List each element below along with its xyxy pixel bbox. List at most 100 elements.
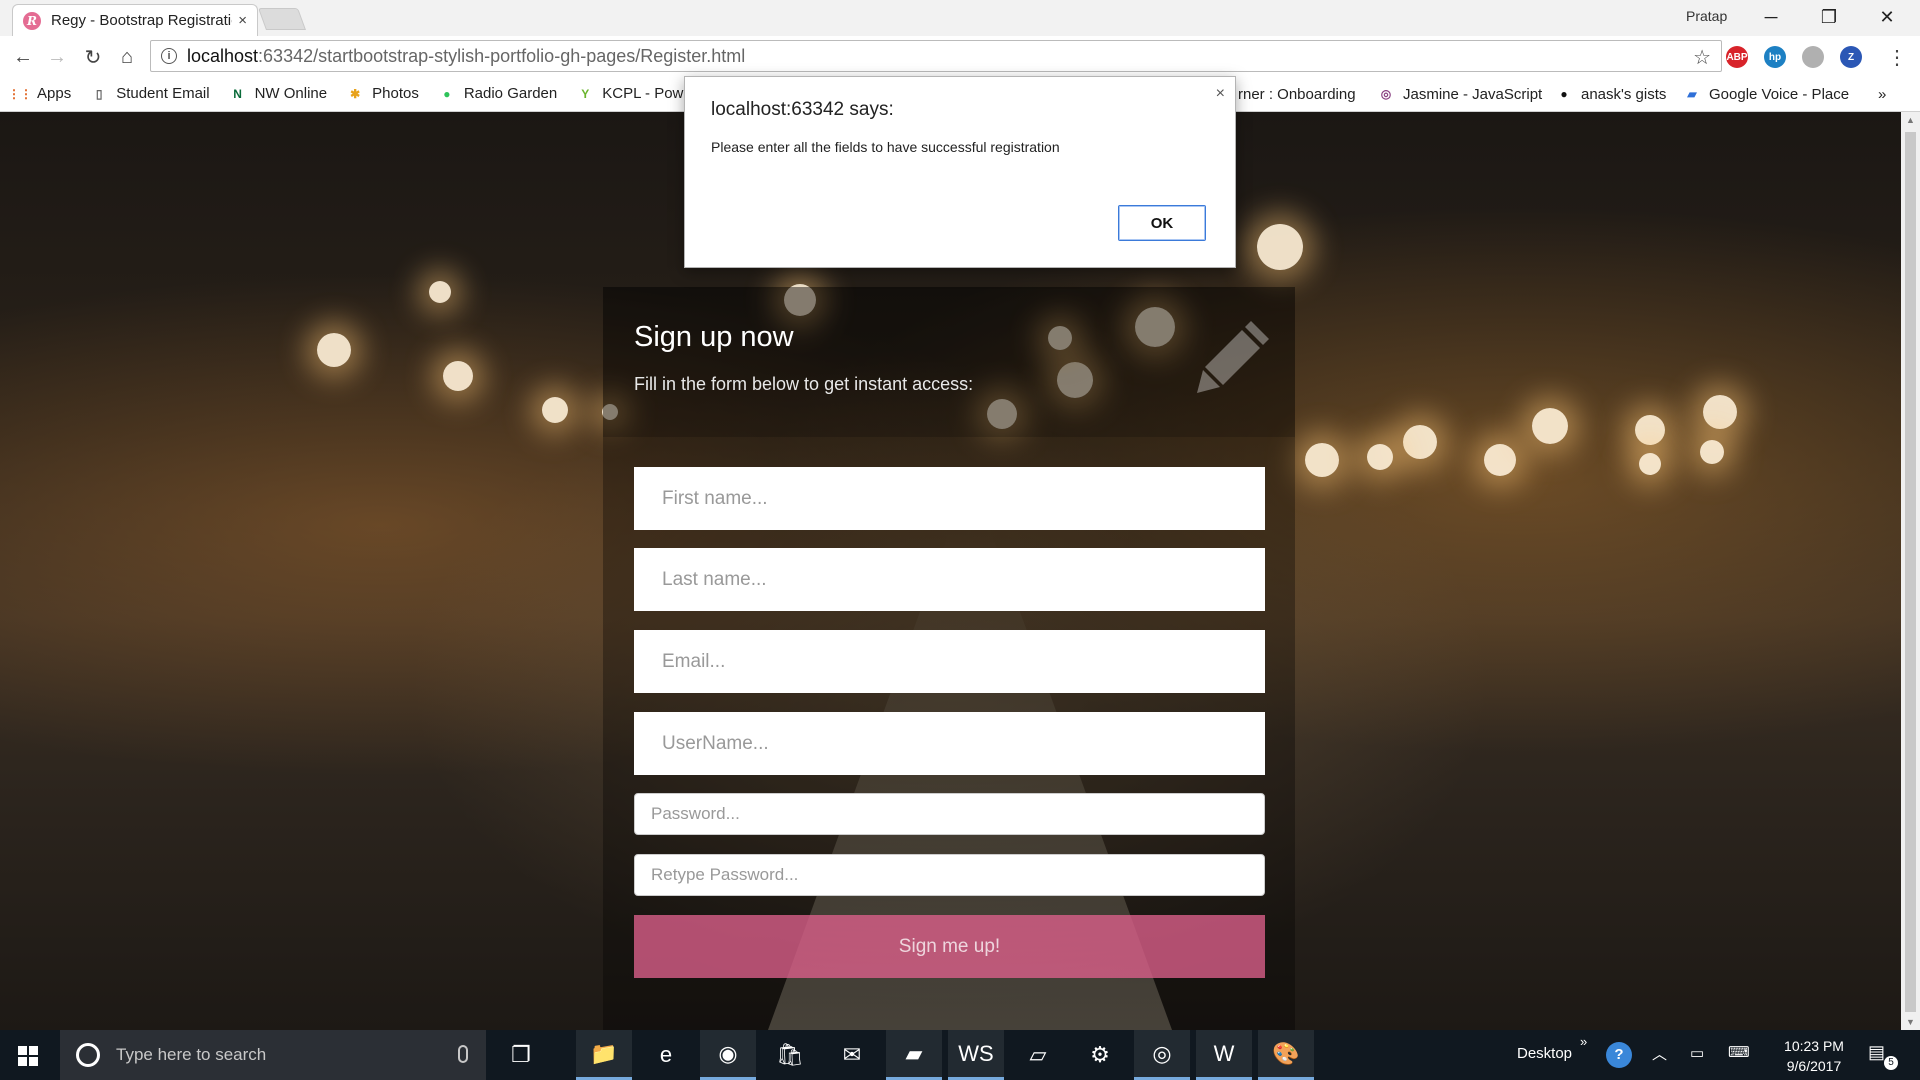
windows-taskbar: Type here to search ❐ 📁 e ◉ 🛍 ✉ ▰ WS ▱ ⚙ ◎ W 🎨 Deskt… [0, 1030, 1920, 1080]
browser-toolbar: ← → ↻ ⌂ i localhost :63342/startbootstra… [0, 36, 1920, 76]
zotero-icon[interactable]: Z [1840, 46, 1862, 68]
address-bar[interactable]: i localhost :63342/startbootstrap-stylis… [150, 40, 1722, 72]
scroll-thumb[interactable] [1905, 132, 1916, 1012]
email-input[interactable]: Email... [634, 630, 1265, 693]
close-window-icon[interactable]: ✕ [1858, 0, 1916, 34]
site-info-icon[interactable]: i [161, 48, 177, 64]
bokeh-light [1367, 444, 1393, 470]
bookmark-nw-online[interactable]: N NW Online [230, 85, 328, 102]
bookmark-star-icon[interactable]: ☆ [1693, 45, 1711, 70]
bokeh-light [1635, 415, 1665, 445]
paint-icon[interactable]: 🎨 [1258, 1030, 1314, 1080]
notepad-icon[interactable]: ▱ [1010, 1030, 1066, 1080]
webstorm-icon[interactable]: WS [948, 1030, 1004, 1080]
bokeh-light [1484, 444, 1516, 476]
bookmark-student-email[interactable]: ▯ Student Email [91, 85, 210, 102]
forward-icon[interactable]: → [44, 44, 70, 70]
bookmark-label: Google Voice - Place [1709, 85, 1850, 103]
dialog-title: localhost:63342 says: [711, 99, 894, 120]
url-path: :63342/startbootstrap-stylish-portfolio-… [258, 45, 746, 66]
bookmark-gists-icon: ● [1560, 87, 1568, 101]
bookmark-google-voice[interactable]: ▰ Google Voice - Place [1684, 76, 1849, 112]
password-input[interactable]: Password... [634, 793, 1265, 835]
bokeh-light [317, 333, 351, 367]
browser-tab[interactable]: R Regy - Bootstrap Registration × [12, 4, 258, 36]
signup-button[interactable]: Sign me up! [634, 915, 1265, 978]
notification-count: 5 [1884, 1056, 1898, 1070]
username-input[interactable]: UserName... [634, 712, 1265, 775]
bokeh-light [1403, 425, 1437, 459]
bookmark-apps[interactable]: ⋮⋮ Apps [8, 85, 72, 102]
bookmark-kcpl-icon: Y [581, 86, 590, 101]
home-icon[interactable]: ⌂ [114, 44, 140, 70]
retype-password-input[interactable]: Retype Password... [634, 854, 1265, 896]
task-view-icon[interactable]: ❐ [493, 1030, 549, 1080]
profile-name[interactable]: Pratap [1686, 8, 1727, 24]
bookmark-label: Apps [37, 85, 72, 102]
new-tab-button[interactable] [257, 8, 307, 30]
scroll-down-icon[interactable]: ▼ [1901, 1014, 1920, 1030]
bookmark-kcpl[interactable]: Y KCPL - Powe [577, 85, 692, 102]
microphone-icon[interactable] [458, 1045, 468, 1063]
hp-icon[interactable]: hp [1764, 46, 1786, 68]
action-center-icon[interactable]: ▤ [1868, 1042, 1885, 1063]
signup-subtitle: Fill in the form below to get instant ac… [634, 374, 974, 394]
tray-chevron-icon[interactable]: » [1580, 1034, 1587, 1049]
last-name-input[interactable]: Last name... [634, 548, 1265, 611]
keyboard-icon[interactable]: ⌨ [1728, 1043, 1750, 1061]
tab-close-icon[interactable]: × [238, 12, 247, 29]
dialog-close-icon[interactable]: × [1216, 85, 1225, 103]
battery-icon[interactable]: ▭ [1690, 1044, 1704, 1062]
bookmark-label: anask's gists [1581, 85, 1667, 103]
signup-card-header: Sign up now Fill in the form below to ge… [603, 287, 1295, 437]
bookmark-nw-online-icon: N [233, 86, 242, 101]
bokeh-light [1257, 224, 1303, 270]
reload-icon[interactable]: ↻ [80, 44, 106, 70]
windows-start-icon[interactable] [18, 1046, 38, 1066]
back-icon[interactable]: ← [10, 44, 36, 70]
extension-icon[interactable] [1802, 46, 1824, 68]
bookmark-photos[interactable]: ✱ Photos [347, 85, 419, 102]
signup-title: Sign up now [634, 321, 794, 353]
menu-icon[interactable]: ⋮ [1884, 44, 1910, 70]
bookmark-gists[interactable]: ● anask's gists [1556, 76, 1666, 112]
scroll-up-icon[interactable]: ▲ [1901, 112, 1920, 128]
regy-favicon-icon: R [23, 11, 41, 30]
bookmark-google-voice-icon: ▰ [1687, 87, 1697, 101]
restore-icon[interactable]: ❐ [1800, 0, 1858, 34]
dialog-ok-button[interactable]: OK [1118, 205, 1206, 241]
word-icon[interactable]: W [1196, 1030, 1252, 1080]
signup-card: Sign up now Fill in the form below to ge… [603, 287, 1295, 1030]
minimize-icon[interactable]: ─ [1742, 0, 1800, 34]
page-scrollbar[interactable]: ▲ ▼ [1901, 112, 1920, 1030]
bookmarks-more-icon[interactable]: » [1878, 76, 1886, 112]
taskbar-clock[interactable]: 10:23 PM 9/6/2017 [1774, 1036, 1854, 1076]
cortana-icon[interactable] [76, 1043, 100, 1067]
clock-time: 10:23 PM [1784, 1038, 1844, 1054]
store-icon[interactable]: 🛍 [762, 1030, 818, 1080]
taskbar-search-placeholder: Type here to search [116, 1045, 267, 1064]
bokeh-light [1305, 443, 1339, 477]
bookmark-jasmine[interactable]: ◎ Jasmine - JavaScript [1378, 76, 1542, 112]
chrome-icon[interactable]: ◉ [700, 1030, 756, 1080]
taskbar-search[interactable]: Type here to search [60, 1030, 486, 1080]
bookmark-onboarding[interactable]: rner : Onboarding [1238, 76, 1356, 112]
desktop-toolbar-label[interactable]: Desktop [1517, 1045, 1572, 1062]
tab-title: Regy - Bootstrap Registration [51, 12, 233, 29]
bookmark-radio-garden[interactable]: ● Radio Garden [439, 85, 557, 102]
first-name-input[interactable]: First name... [634, 467, 1265, 530]
sticky-notes-icon[interactable]: ▰ [886, 1030, 942, 1080]
show-hidden-icons-icon[interactable]: ︿ [1652, 1043, 1667, 1064]
tab-strip: R Regy - Bootstrap Registration × Pratap… [0, 0, 1920, 36]
edge-icon[interactable]: e [638, 1030, 694, 1080]
file-explorer-icon[interactable]: 📁 [576, 1030, 632, 1080]
bookmark-label: NW Online [254, 85, 328, 102]
bokeh-light [1700, 440, 1724, 464]
settings-icon[interactable]: ⚙ [1072, 1030, 1128, 1080]
mail-icon[interactable]: ✉ [824, 1030, 880, 1080]
bokeh-light [443, 361, 473, 391]
bookmark-label: Photos [372, 85, 419, 102]
app-icon[interactable]: ◎ [1134, 1030, 1190, 1080]
help-icon[interactable]: ? [1606, 1042, 1632, 1068]
adblock-plus-icon[interactable]: ABP [1726, 46, 1748, 68]
